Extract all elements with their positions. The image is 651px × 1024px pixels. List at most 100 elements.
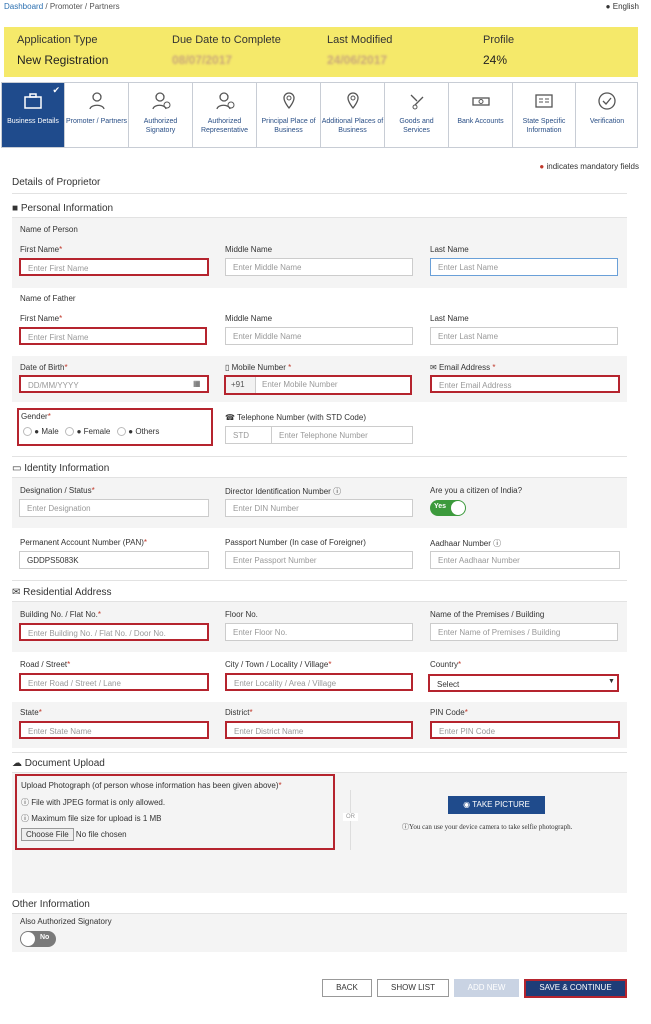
representative-icon: [215, 92, 234, 110]
step-goods-services[interactable]: Goods and Services: [385, 83, 449, 147]
telephone-input[interactable]: Enter Telephone Number: [271, 426, 413, 444]
also-signatory-label: Also Authorized Signatory: [20, 917, 112, 926]
show-list-button[interactable]: SHOW LIST: [377, 979, 449, 997]
also-signatory-toggle[interactable]: No: [20, 931, 56, 947]
person-icon: [88, 92, 105, 110]
pin-input[interactable]: Enter PIN Code: [430, 721, 620, 739]
father-first-name-label: First Name*: [20, 314, 63, 323]
cloud-upload-icon: ☁: [12, 758, 22, 769]
upload-label: Upload Photograph (of person whose infor…: [21, 781, 282, 790]
first-name-label: First Name*: [20, 245, 63, 254]
premises-input[interactable]: Enter Name of Premises / Building: [430, 623, 618, 641]
dob-input[interactable]: DD/MM/YYYY: [19, 375, 209, 393]
no-file-text: No file chosen: [75, 830, 127, 839]
designation-input[interactable]: Enter Designation: [19, 499, 209, 517]
pan-label: Permanent Account Number (PAN)*: [20, 538, 148, 547]
camera-icon: ◉: [463, 800, 471, 809]
pan-input[interactable]: GDDPS5083K: [19, 551, 209, 569]
passport-input[interactable]: Enter Passport Number: [225, 551, 413, 569]
last-name-label: Last Name: [430, 245, 469, 254]
info-icon: ⓘ: [402, 823, 409, 831]
language-selector[interactable]: ● English: [606, 2, 639, 11]
father-first-name-input[interactable]: Enter First Name: [19, 327, 207, 345]
building-input[interactable]: Enter Building No. / Flat No. / Door No.: [19, 623, 209, 641]
citizen-label: Are you a citizen of India?: [430, 486, 523, 495]
designation-label: Designation / Status*: [20, 486, 95, 495]
globe-icon: ●: [605, 2, 611, 11]
due-date-value: 08/07/2017: [172, 53, 233, 67]
din-input[interactable]: Enter DIN Number: [225, 499, 413, 517]
middle-name-input[interactable]: Enter Middle Name: [225, 258, 413, 276]
aadhaar-input[interactable]: Enter Aadhaar Number: [430, 551, 620, 569]
road-input[interactable]: Enter Road / Street / Lane: [19, 673, 209, 691]
mobile-code: +91: [226, 377, 256, 393]
location-pin-icon: [282, 92, 295, 110]
step-verification[interactable]: Verification: [576, 83, 638, 147]
telephone-label: ☎ Telephone Number (with STD Code): [225, 413, 366, 422]
father-last-name-label: Last Name: [430, 314, 469, 323]
country-label: Country*: [430, 660, 462, 669]
father-middle-name-label: Middle Name: [225, 314, 273, 323]
gender-male-radio[interactable]: [23, 427, 32, 437]
briefcase-icon: [24, 93, 42, 109]
name-of-person-label: Name of Person: [20, 225, 78, 234]
std-code-input[interactable]: STD: [225, 426, 272, 444]
personal-info-heading: ■ Personal Information: [12, 203, 114, 214]
id-card-icon: ▭: [12, 463, 22, 474]
save-continue-button[interactable]: SAVE & CONTINUE: [524, 979, 627, 998]
checkmark-icon: ✔: [52, 85, 60, 95]
step-bank-accounts[interactable]: Bank Accounts: [449, 83, 513, 147]
toggle-knob: [451, 501, 465, 515]
mobile-input[interactable]: Enter Mobile Number: [256, 377, 410, 393]
father-middle-name-input[interactable]: Enter Middle Name: [225, 327, 413, 345]
father-last-name-input[interactable]: Enter Last Name: [430, 327, 618, 345]
gender-female-radio[interactable]: [65, 427, 75, 437]
due-date-label: Due Date to Complete: [172, 34, 281, 46]
breadcrumb-dashboard-link[interactable]: Dashboard: [4, 2, 43, 11]
road-label: Road / Street*: [20, 660, 71, 669]
step-state-specific[interactable]: State Specific Information: [513, 83, 576, 147]
email-input[interactable]: Enter Email Address: [430, 375, 620, 393]
gender-others-radio[interactable]: [117, 427, 126, 437]
district-input[interactable]: Enter District Name: [225, 721, 413, 739]
step-promoter-partners[interactable]: Promoter / Partners: [65, 83, 129, 147]
file-chooser: Choose File No file chosen: [21, 828, 127, 841]
step-authorized-signatory[interactable]: Authorized Signatory: [129, 83, 193, 147]
upload-note-size: ⓘ Maximum file size for upload is 1 MB: [21, 814, 162, 823]
aadhaar-label: Aadhaar Number ⓘ: [430, 539, 502, 548]
first-name-input[interactable]: Enter First Name: [19, 258, 209, 276]
add-new-button[interactable]: ADD NEW: [454, 979, 519, 997]
email-label: ✉ Email Address *: [430, 363, 496, 372]
step-principal-place[interactable]: Principal Place of Business: [257, 83, 321, 147]
step-additional-places[interactable]: Additional Places of Business: [321, 83, 385, 147]
identity-info-heading: ▭ Identity Information: [12, 463, 110, 474]
take-picture-button[interactable]: ◉ TAKE PICTURE: [448, 796, 545, 814]
address-heading: ✉ Residential Address: [12, 587, 112, 598]
multi-location-icon: [346, 92, 359, 110]
pin-label: PIN Code*: [430, 708, 468, 717]
divider: [12, 580, 627, 581]
step-business-details[interactable]: ✔ Business Details: [2, 83, 65, 147]
passport-label: Passport Number (In case of Foreigner): [225, 538, 366, 547]
step-authorized-representative[interactable]: Authorized Representative: [193, 83, 257, 147]
citizen-toggle[interactable]: Yes: [430, 500, 466, 516]
form-title: Details of Proprietor: [12, 177, 101, 188]
last-name-input[interactable]: Enter Last Name: [430, 258, 618, 276]
middle-name-label: Middle Name: [225, 245, 273, 254]
mandatory-note: ● indicates mandatory fields: [539, 162, 639, 171]
city-label: City / Town / Locality / Village*: [225, 660, 332, 669]
city-input[interactable]: Enter Locality / Area / Village: [225, 673, 413, 691]
other-info-heading: Other Information: [12, 899, 90, 910]
mobile-label: ▯ Mobile Number *: [225, 363, 292, 372]
female-icon: ●: [76, 427, 82, 436]
building-label: Building No. / Flat No.*: [20, 610, 101, 619]
calendar-icon[interactable]: ▦: [193, 379, 201, 388]
choose-file-button[interactable]: Choose File: [21, 828, 74, 841]
back-button[interactable]: BACK: [322, 979, 372, 997]
divider: [12, 193, 627, 194]
phone-icon: ☎: [225, 413, 235, 422]
premises-label: Name of the Premises / Building: [430, 610, 545, 619]
state-input[interactable]: Enter State Name: [19, 721, 209, 739]
floor-input[interactable]: Enter Floor No.: [225, 623, 413, 641]
country-select[interactable]: Select: [428, 674, 619, 692]
